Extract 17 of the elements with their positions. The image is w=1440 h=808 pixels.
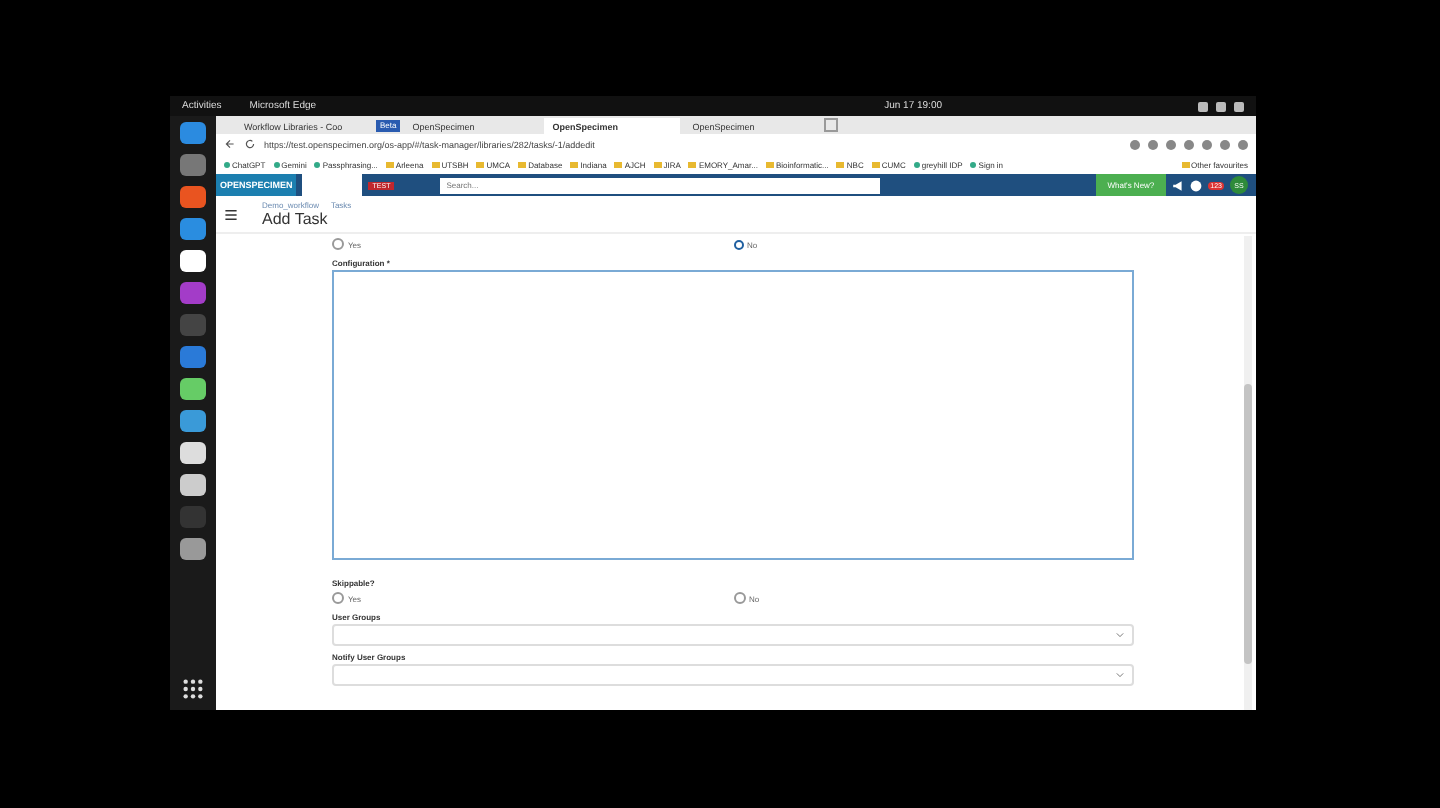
app-icon[interactable] <box>180 442 206 464</box>
app-icon[interactable] <box>180 538 206 560</box>
chevron-icon <box>1116 672 1124 678</box>
app-icon[interactable] <box>180 378 206 400</box>
app-icon[interactable] <box>180 474 206 496</box>
menu-icon[interactable] <box>224 207 238 221</box>
chevron-icon <box>1116 632 1124 638</box>
scrollbar[interactable] <box>1244 236 1252 710</box>
reload-icon[interactable] <box>244 138 256 150</box>
app-grid-icon[interactable] <box>182 678 204 700</box>
help-icon[interactable] <box>1190 179 1203 191</box>
configuration-field[interactable] <box>332 270 1134 560</box>
page-title: Add Task <box>262 210 330 228</box>
app-icon[interactable] <box>180 410 206 432</box>
app-icon[interactable] <box>180 250 206 272</box>
back-icon[interactable] <box>224 138 236 150</box>
megaphone-icon[interactable] <box>1172 179 1185 191</box>
